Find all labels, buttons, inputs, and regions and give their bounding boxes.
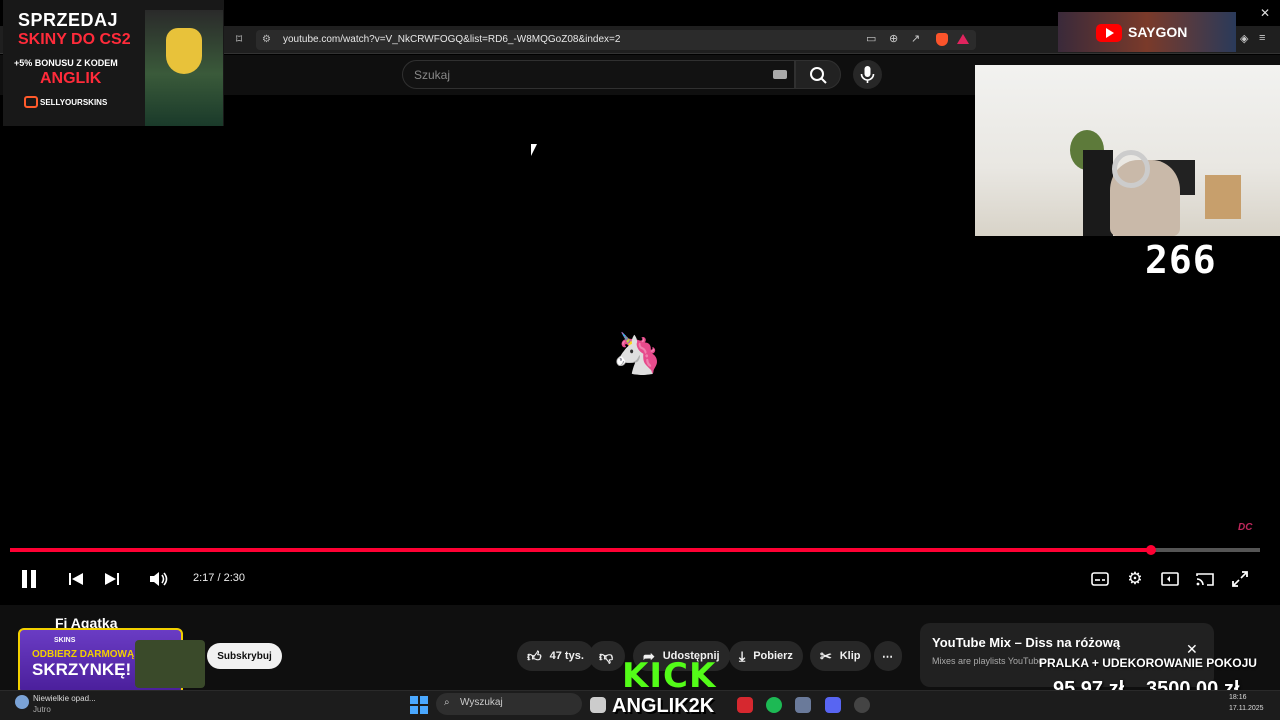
- unicorn-icon: 🦄: [612, 332, 662, 376]
- weather-subtext: Jutro: [33, 705, 51, 714]
- taskbar-search[interactable]: Wyszukaj: [436, 693, 582, 715]
- kick-username: ANGLIK2K: [612, 695, 715, 717]
- ad-mask-image: [166, 28, 202, 74]
- dislike-button[interactable]: 👎︎: [589, 641, 625, 671]
- clock-date[interactable]: 17.11.2025: [1229, 705, 1264, 712]
- pause-button[interactable]: [17, 567, 41, 591]
- url-text[interactable]: youtube.com/watch?v=V_NkCRWFOGQ&list=RD6…: [283, 34, 620, 45]
- webcam-box: [1205, 175, 1241, 219]
- search-icon: [810, 67, 827, 84]
- previous-icon: [69, 573, 83, 585]
- steam-icon[interactable]: [795, 697, 811, 713]
- close-window-icon[interactable]: ✕: [1260, 6, 1270, 20]
- promo-brand: SKINS: [54, 637, 76, 644]
- mouse-cursor-icon: [531, 144, 537, 156]
- spotify-icon[interactable]: [766, 697, 782, 713]
- miniplayer-icon: [1161, 572, 1179, 586]
- promo-line1: ODBIERZ DARMOWĄ: [32, 649, 135, 660]
- mix-title: YouTube Mix – Diss na różową: [932, 635, 1121, 650]
- promo-channel-name: SAYGON: [1128, 24, 1188, 40]
- bookmark-icon[interactable]: ⌑: [236, 32, 242, 46]
- ad-headline: SPRZEDAJ: [18, 10, 119, 30]
- obs-icon[interactable]: [854, 697, 870, 713]
- cast-button[interactable]: [1193, 567, 1217, 591]
- video-watermark: DC: [1238, 522, 1253, 533]
- download-button[interactable]: ⤓ Pobierz: [729, 641, 803, 671]
- previous-button[interactable]: [64, 567, 88, 591]
- ad-brand: SELLYOURSKINS: [40, 98, 108, 107]
- settings-button[interactable]: ⚙: [1123, 567, 1147, 591]
- more-actions-button[interactable]: ⋯: [874, 641, 902, 671]
- keyboard-icon[interactable]: [773, 70, 787, 79]
- download-label: Pobierz: [753, 650, 793, 662]
- clip-label: Klip: [839, 650, 861, 662]
- search-icon: ⌕: [444, 697, 450, 708]
- voice-search-button[interactable]: [853, 60, 882, 89]
- ad-subheadline: SKINY DO CS2: [18, 31, 131, 48]
- ad-code: ANGLIK: [40, 70, 102, 87]
- app-icon[interactable]: [737, 697, 753, 713]
- subtitles-button[interactable]: [1088, 567, 1112, 591]
- taskbar-search-label: Wyszukaj: [460, 697, 503, 708]
- clip-button[interactable]: ✂ Klip: [810, 641, 871, 671]
- clock-time[interactable]: 18:16: [1229, 694, 1247, 701]
- thumbs-down-icon: 👎︎: [599, 647, 614, 664]
- microphone-icon: [860, 66, 875, 83]
- mix-subtitle: Mixes are playlists YouTube: [932, 656, 1044, 666]
- miniplayer-button[interactable]: [1158, 567, 1182, 591]
- progress-scrubber[interactable]: [1146, 545, 1156, 555]
- cast-icon[interactable]: ▭: [866, 32, 876, 45]
- windows-start-icon[interactable]: [410, 696, 428, 714]
- like-count: 47 tys.: [549, 650, 584, 662]
- volume-button[interactable]: [147, 567, 171, 591]
- sellyourskins-logo-icon: [24, 96, 38, 108]
- kick-logo: KICK: [622, 656, 717, 696]
- fullscreen-button[interactable]: [1228, 567, 1252, 591]
- subtitles-icon: [1091, 572, 1109, 586]
- brave-rewards-icon[interactable]: [957, 34, 969, 44]
- cast-icon: [1196, 573, 1214, 586]
- zoom-icon[interactable]: ⊕: [889, 32, 898, 45]
- site-settings-icon[interactable]: ⚙: [262, 34, 271, 45]
- like-button[interactable]: 👍︎ 47 tys.: [517, 641, 594, 671]
- discord-icon[interactable]: [825, 697, 841, 713]
- scissors-icon: ✂: [820, 647, 832, 664]
- gear-icon: ⚙: [1127, 569, 1143, 588]
- more-icon: ⋯: [882, 650, 893, 663]
- headset-icon: [1112, 150, 1150, 188]
- search-input[interactable]: [402, 60, 795, 89]
- file-explorer-icon[interactable]: [590, 697, 606, 713]
- webcam-chair: [1083, 150, 1113, 236]
- progress-played: [10, 548, 1151, 552]
- ad-bonus-text: +5% BONUSU Z KODEM: [14, 58, 118, 68]
- volume-icon: [150, 572, 168, 586]
- wallet-icon[interactable]: ◈: [1240, 32, 1248, 45]
- viewer-counter: 266: [1145, 238, 1217, 282]
- weather-icon[interactable]: [15, 695, 29, 709]
- subscribe-button[interactable]: Subskrybuj: [207, 643, 282, 669]
- download-icon: ⤓: [739, 647, 746, 664]
- donation-goal-title: PRALKA + UDEKOROWANIE POKOJU: [1039, 656, 1257, 670]
- search-button[interactable]: [795, 60, 841, 89]
- thumbs-up-icon: 👍︎: [527, 647, 542, 664]
- share-icon[interactable]: ↗: [911, 32, 920, 45]
- next-button[interactable]: [100, 567, 124, 591]
- menu-icon[interactable]: ≡: [1259, 32, 1265, 44]
- brave-shield-icon[interactable]: [936, 33, 948, 46]
- next-icon: [105, 573, 119, 585]
- promo-line2: SKRZYNKĘ!: [32, 660, 132, 679]
- weather-text[interactable]: Niewielkie opad...: [33, 694, 96, 703]
- play-triangle-icon: [1106, 28, 1114, 38]
- crate-image: [135, 640, 205, 688]
- fullscreen-icon: [1232, 571, 1248, 587]
- time-display: 2:17 / 2:30: [193, 572, 245, 584]
